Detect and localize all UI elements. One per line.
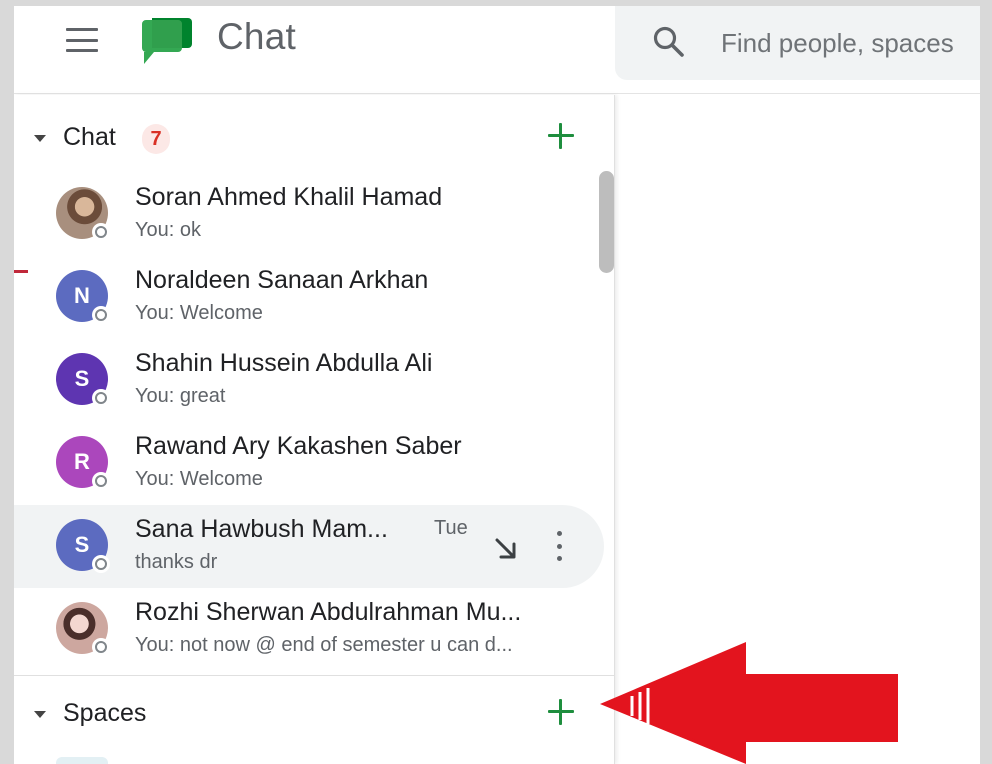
chat-item-name: Sana Hawbush Mam... bbox=[135, 515, 388, 543]
chat-item-name: Noraldeen Sanaan Arkhan bbox=[135, 266, 429, 294]
chat-item-time: Tue bbox=[434, 517, 468, 539]
presence-status-icon bbox=[92, 389, 110, 407]
chat-item[interactable]: S Shahin Hussein Abdulla Ali You: great bbox=[14, 339, 604, 422]
chat-item-snippet: You: Welcome bbox=[135, 302, 263, 324]
decorative-red-line bbox=[14, 270, 28, 273]
search-bar[interactable] bbox=[615, 6, 980, 80]
presence-status-icon bbox=[92, 306, 110, 324]
chat-item[interactable]: Soran Ahmed Khalil Hamad You: ok bbox=[14, 173, 604, 256]
presence-status-icon bbox=[92, 555, 110, 573]
presence-status-icon bbox=[92, 223, 110, 241]
spaces-section-header[interactable]: Spaces bbox=[14, 689, 615, 745]
chat-item-name: Soran Ahmed Khalil Hamad bbox=[135, 183, 443, 211]
presence-status-icon bbox=[92, 472, 110, 490]
chat-item-snippet: You: not now @ end of semester u can d..… bbox=[135, 634, 513, 656]
spaces-section-title: Spaces bbox=[63, 699, 147, 727]
chat-item-name: Rawand Ary Kakashen Saber bbox=[135, 432, 462, 460]
search-icon bbox=[653, 26, 684, 57]
chat-item-snippet: thanks dr bbox=[135, 551, 218, 573]
chat-item-snippet: You: Welcome bbox=[135, 468, 263, 490]
chat-item-hovered[interactable]: S Sana Hawbush Mam... thanks dr Tue bbox=[14, 505, 604, 588]
chat-item[interactable]: N Noraldeen Sanaan Arkhan You: Welcome bbox=[14, 256, 604, 339]
chat-section-title: Chat bbox=[63, 123, 116, 151]
presence-status-icon bbox=[92, 638, 110, 656]
collapse-caret-icon[interactable] bbox=[34, 135, 46, 142]
chat-list: Soran Ahmed Khalil Hamad You: ok N Noral… bbox=[14, 173, 604, 671]
chat-item-snippet: You: ok bbox=[135, 219, 201, 241]
section-divider bbox=[14, 675, 615, 676]
chat-item[interactable]: R Rawand Ary Kakashen Saber You: Welcome bbox=[14, 422, 604, 505]
space-avatar bbox=[56, 757, 108, 764]
collapse-caret-icon[interactable] bbox=[34, 711, 46, 718]
chat-section-header[interactable]: Chat 7 bbox=[14, 113, 615, 169]
add-space-button[interactable] bbox=[544, 695, 578, 729]
red-arrow-annotation-icon bbox=[600, 642, 898, 764]
chat-item-snippet: You: great bbox=[135, 385, 226, 407]
more-options-icon[interactable] bbox=[554, 531, 564, 561]
chat-item-name: Shahin Hussein Abdulla Ali bbox=[135, 349, 433, 377]
search-input[interactable] bbox=[721, 24, 980, 62]
hamburger-menu-icon[interactable] bbox=[64, 26, 100, 54]
google-chat-logo-icon bbox=[142, 18, 192, 64]
chat-item-name: Rozhi Sherwan Abdulrahman Mu... bbox=[135, 598, 522, 626]
unread-count-badge: 7 bbox=[142, 124, 170, 154]
start-chat-add-button[interactable] bbox=[544, 119, 578, 153]
open-in-popup-arrow-icon[interactable] bbox=[492, 535, 520, 563]
top-bar: Chat bbox=[14, 6, 980, 94]
app-title: Chat bbox=[217, 16, 296, 57]
sidebar: Chat 7 Soran Ahmed Khalil Hamad You: ok … bbox=[14, 95, 615, 764]
chat-item[interactable]: Rozhi Sherwan Abdulrahman Mu... You: not… bbox=[14, 588, 604, 671]
sidebar-scrollbar[interactable] bbox=[599, 171, 614, 273]
